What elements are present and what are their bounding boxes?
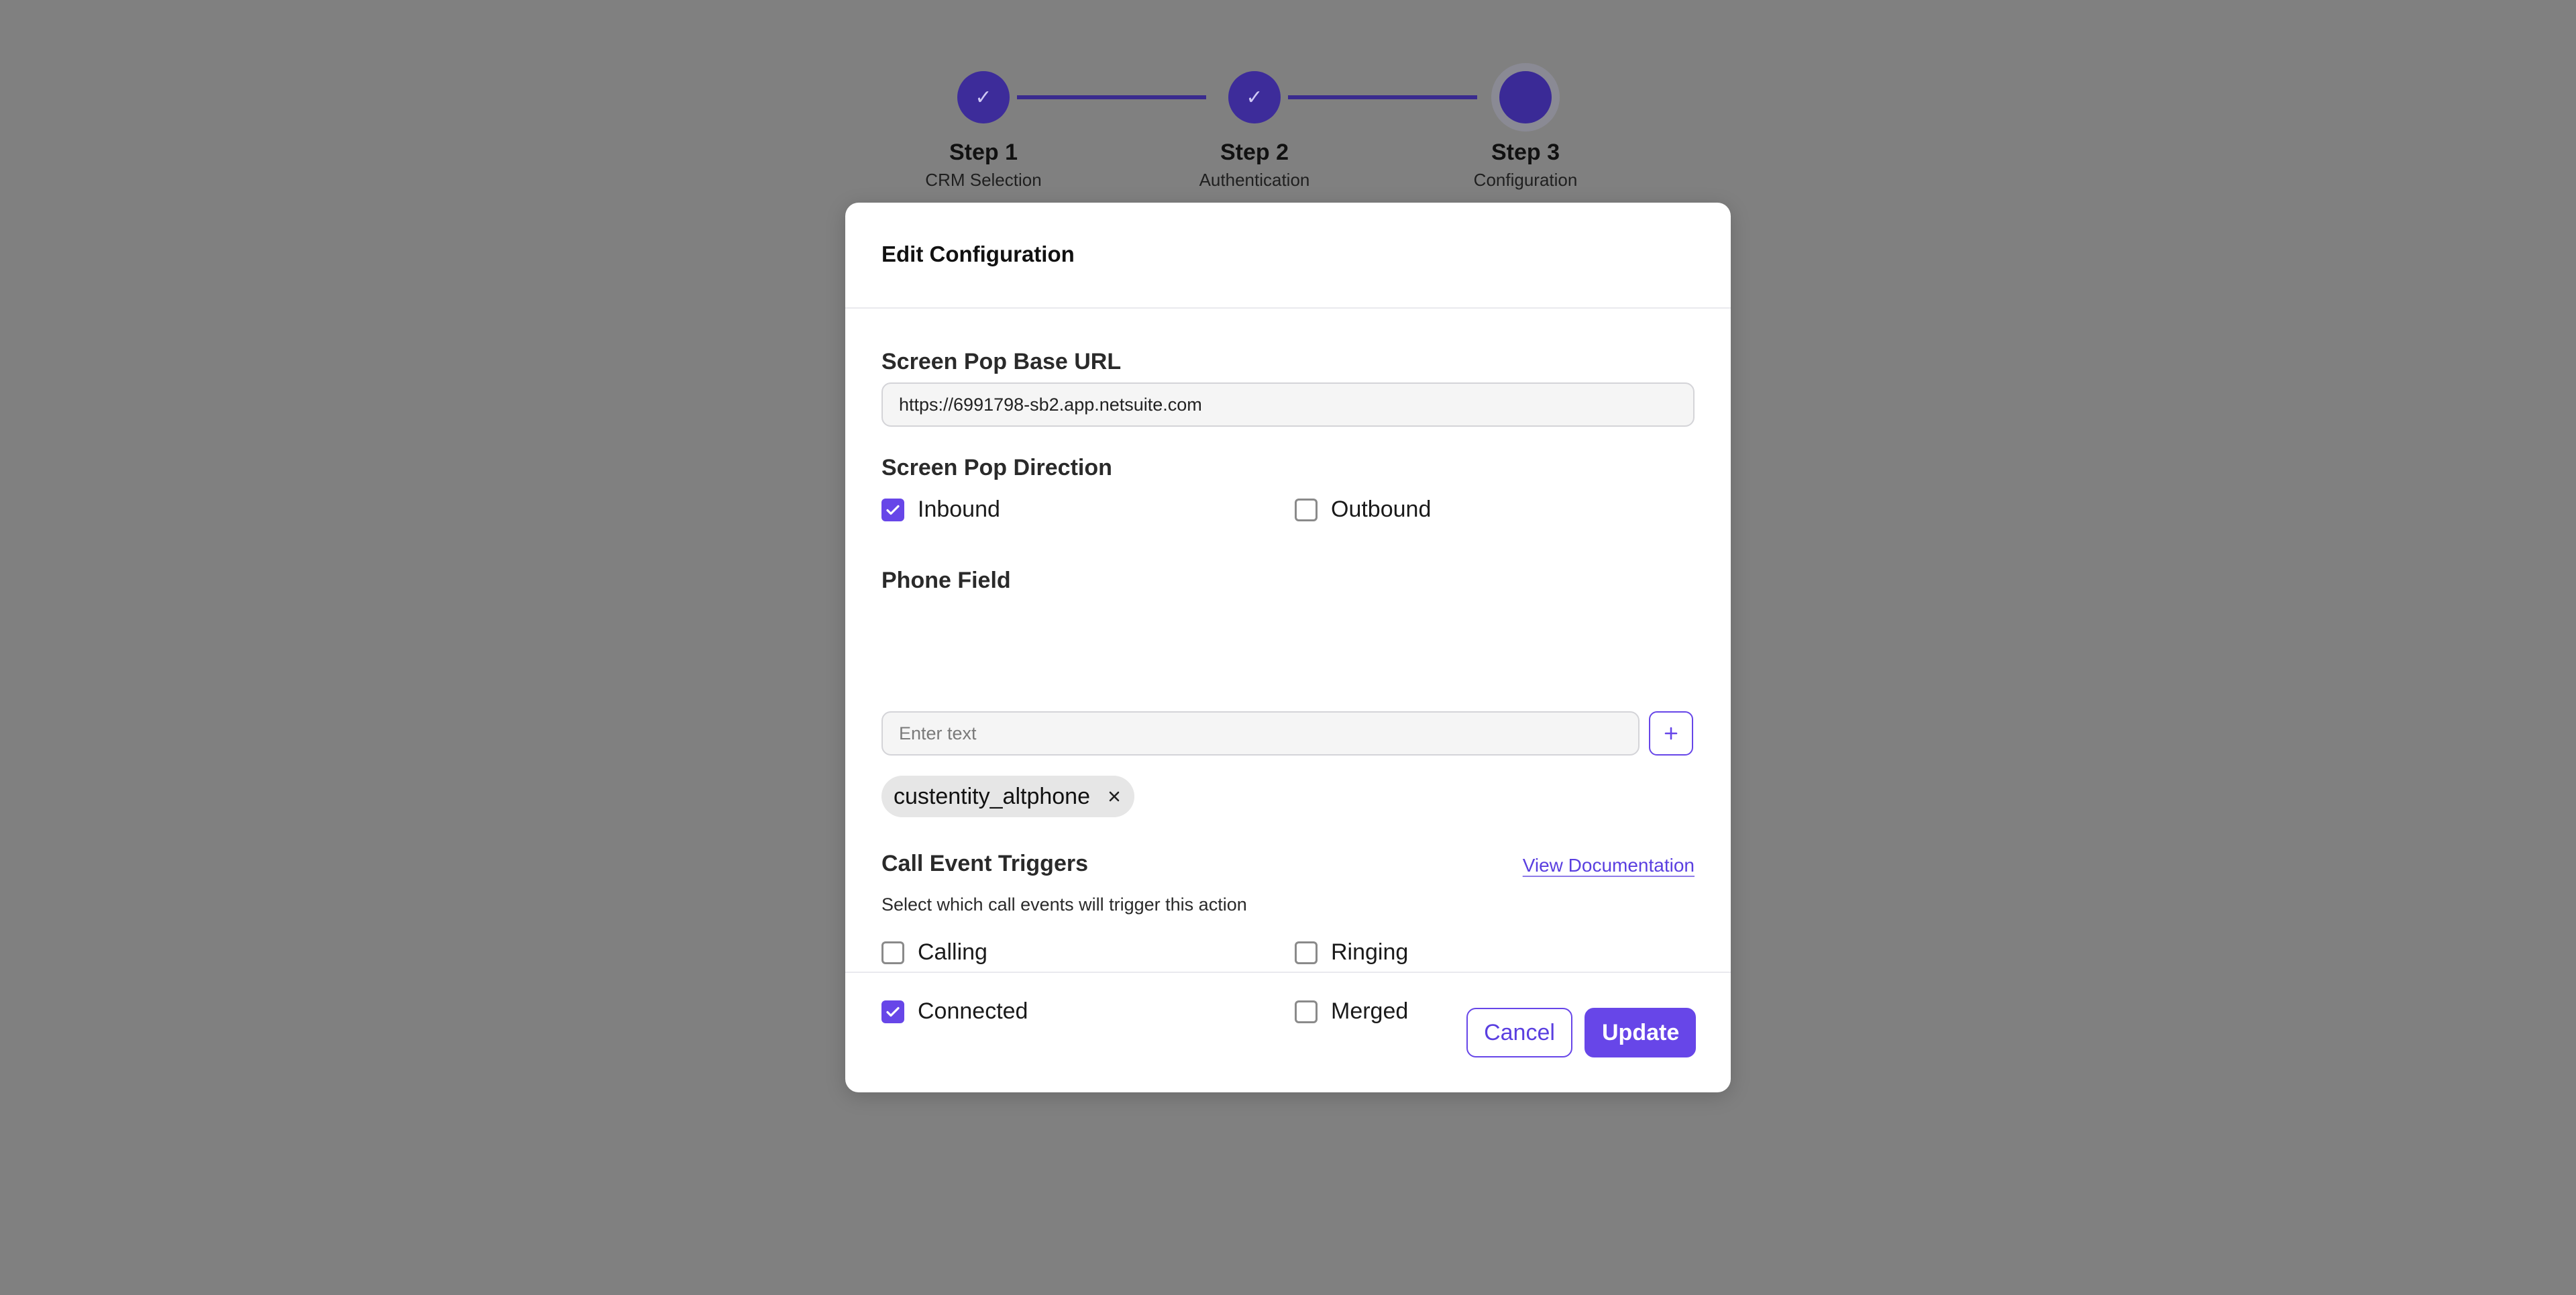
modal-footer: Cancel Update <box>845 972 1731 1092</box>
cancel-button[interactable]: Cancel <box>1466 1008 1572 1057</box>
triggers-help-text: Select which call events will trigger th… <box>881 894 1247 915</box>
calling-label: Calling <box>918 939 987 965</box>
phone-field-input[interactable] <box>881 711 1640 756</box>
view-documentation-link[interactable]: View Documentation <box>1523 855 1695 876</box>
ringing-label: Ringing <box>1331 939 1409 965</box>
step-1-subtitle: CRM Selection <box>925 170 1042 190</box>
checkbox-box <box>1295 498 1318 521</box>
step-1-title: Step 1 <box>949 140 1018 165</box>
step-3-title: Step 3 <box>1491 140 1560 165</box>
checkbox-box <box>1295 941 1318 964</box>
step-2-title: Step 2 <box>1220 140 1289 165</box>
step-1-check-icon: ✓ <box>957 71 1010 123</box>
plus-icon <box>1664 727 1678 740</box>
stepper: ✓ Step 1 CRM Selection ✓ Step 2 Authenti… <box>883 62 1577 203</box>
calling-checkbox[interactable]: Calling <box>881 939 987 966</box>
close-icon[interactable] <box>1105 787 1124 806</box>
direction-label: Screen Pop Direction <box>881 455 1112 480</box>
modal-header: Edit Configuration <box>845 203 1731 309</box>
inbound-checkbox[interactable]: Inbound <box>881 497 1000 523</box>
edit-configuration-modal: Edit Configuration Screen Pop Base URL S… <box>845 203 1731 1092</box>
checkbox-box <box>881 498 904 521</box>
update-button[interactable]: Update <box>1585 1008 1696 1057</box>
step-3[interactable]: Step 3 Configuration <box>1425 62 1626 191</box>
inbound-label: Inbound <box>918 497 1000 522</box>
modal-title: Edit Configuration <box>881 242 1075 266</box>
phone-field-label: Phone Field <box>881 568 1011 593</box>
base-url-label: Screen Pop Base URL <box>881 349 1122 374</box>
phone-field-tag: custentity_altphone <box>881 776 1134 817</box>
step-2-check-icon: ✓ <box>1228 71 1281 123</box>
outbound-checkbox[interactable]: Outbound <box>1295 497 1431 523</box>
ringing-checkbox[interactable]: Ringing <box>1295 939 1408 966</box>
step-2-subtitle: Authentication <box>1199 170 1310 190</box>
tag-label: custentity_altphone <box>894 783 1090 809</box>
step-3-subtitle: Configuration <box>1473 170 1578 190</box>
step-1[interactable]: ✓ Step 1 CRM Selection <box>883 62 1084 191</box>
add-phone-field-button[interactable] <box>1649 711 1693 756</box>
base-url-input[interactable] <box>881 382 1695 427</box>
checkbox-box <box>881 941 904 964</box>
step-3-current-indicator <box>1499 71 1552 123</box>
triggers-label: Call Event Triggers <box>881 851 1088 876</box>
check-icon <box>886 505 900 515</box>
step-2[interactable]: ✓ Step 2 Authentication <box>1154 62 1355 191</box>
check-icon: ✓ <box>1246 86 1263 109</box>
outbound-label: Outbound <box>1331 497 1432 522</box>
check-icon: ✓ <box>975 86 992 109</box>
